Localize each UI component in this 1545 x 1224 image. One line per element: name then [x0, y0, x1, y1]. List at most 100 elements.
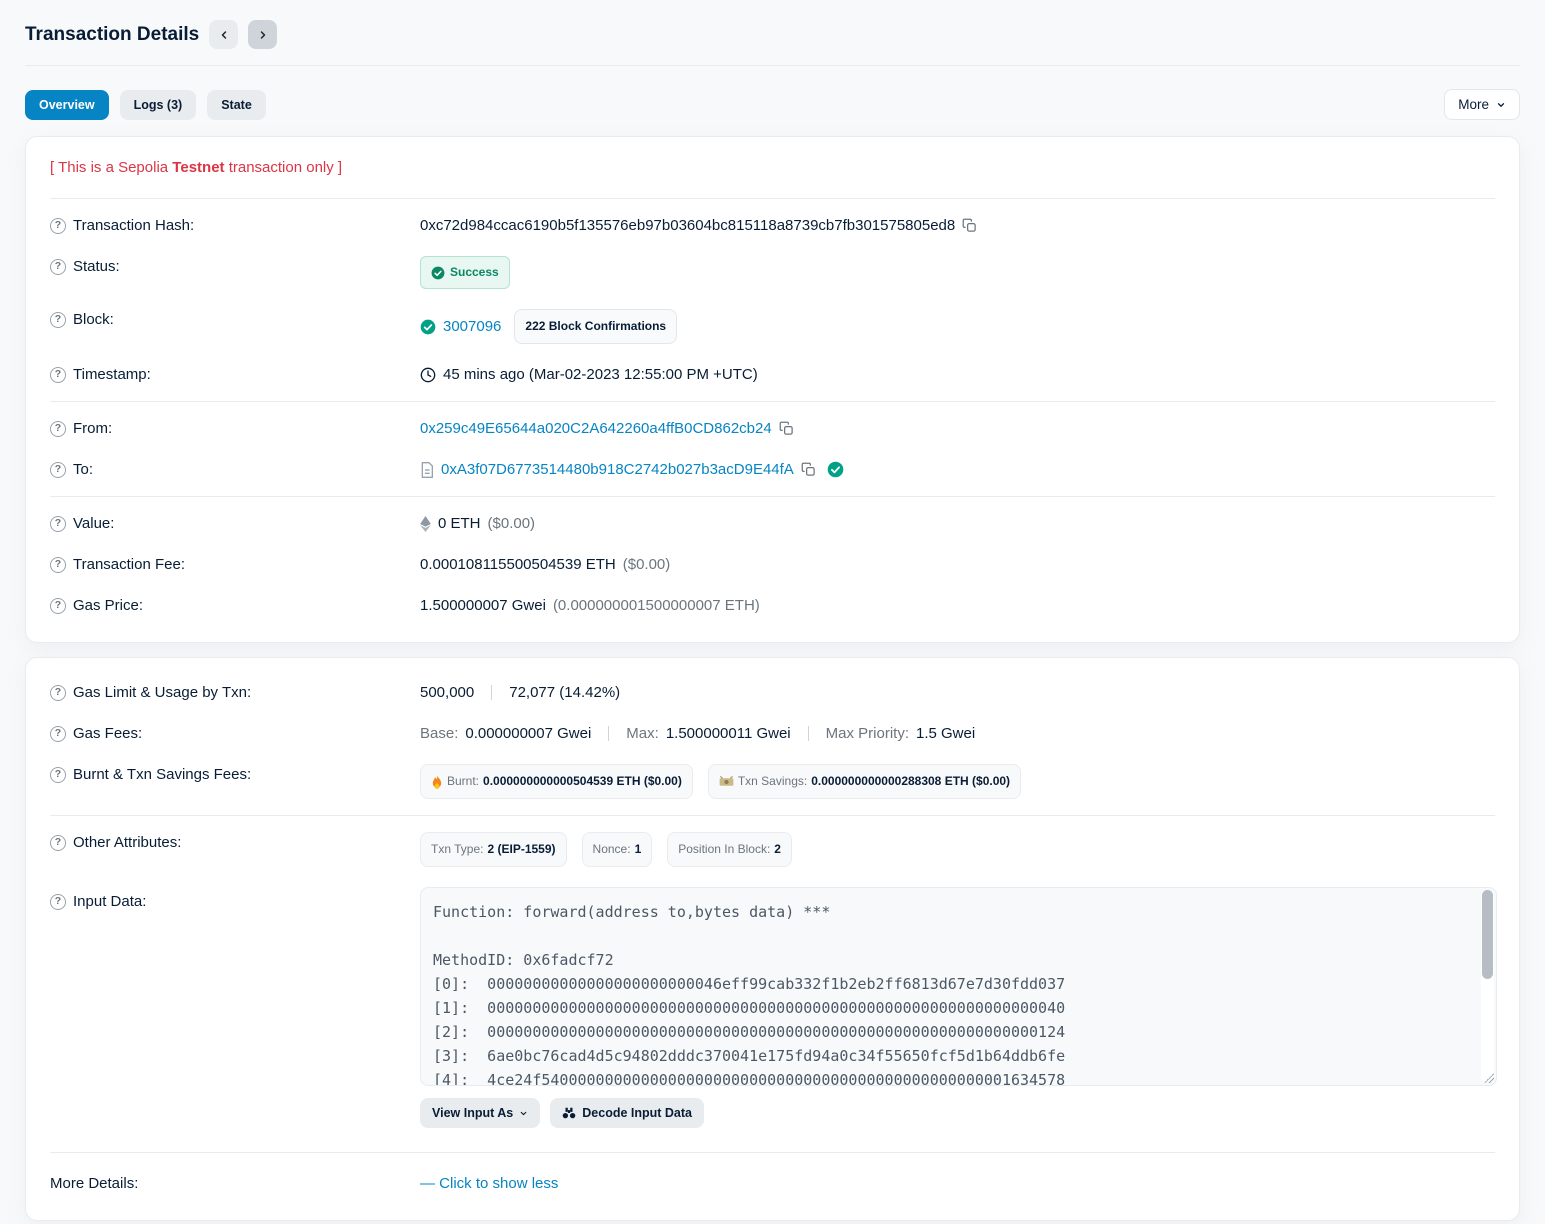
help-icon[interactable] [50, 259, 66, 275]
notice-bold: Testnet [172, 159, 224, 176]
help-icon[interactable] [50, 726, 66, 742]
divider [50, 815, 1495, 816]
block-row: Block: 3007096 222 Block Confirmations [50, 299, 1495, 354]
clock-icon [420, 367, 436, 383]
input-data-actions: View Input As Decode Input Data [420, 1098, 1497, 1128]
eth-icon [420, 516, 431, 532]
page-header: Transaction Details [25, 0, 1520, 65]
timestamp-row: Timestamp: 45 mins ago (Mar-02-2023 12:5… [50, 354, 1495, 395]
txn-type-badge: Txn Type: 2 (EIP-1559) [420, 832, 567, 867]
tab-bar: Overview Logs (3) State More [25, 66, 1520, 136]
nonce-badge: Nonce: 1 [582, 832, 653, 867]
max-priority-value: 1.5 Gwei [916, 723, 975, 744]
value-label: Value: [50, 513, 420, 534]
value-amount: 0 ETH [438, 513, 481, 534]
status-label: Status: [50, 256, 420, 277]
binoculars-icon [562, 1106, 576, 1120]
value-row: Value: 0 ETH ($0.00) [50, 503, 1495, 544]
input-data-row: Input Data: Function: forward(address to… [50, 877, 1495, 1138]
testnet-notice: [ This is a Sepolia Testnet transaction … [50, 145, 1495, 192]
resize-handle[interactable] [1484, 1073, 1494, 1083]
status-row: Status: Success [50, 246, 1495, 299]
transaction-overview-card: [ This is a Sepolia Testnet transaction … [25, 136, 1520, 643]
copy-icon[interactable] [801, 462, 816, 477]
next-transaction-button[interactable] [248, 20, 277, 49]
chevron-down-icon [1496, 100, 1506, 110]
max-fee-label: Max: [626, 723, 659, 744]
from-address-link[interactable]: 0x259c49E65644a020C2A642260a4ffB0CD862cb… [420, 418, 772, 439]
tab-state[interactable]: State [207, 90, 266, 120]
help-icon[interactable] [50, 462, 66, 478]
transaction-details-card: Gas Limit & Usage by Txn: 500,000 72,077… [25, 657, 1520, 1221]
show-less-link[interactable]: — Click to show less [420, 1173, 558, 1194]
gas-price-eth: (0.000000001500000007 ETH) [553, 595, 760, 616]
txn-savings-value: 0.000000000000288308 ETH ($0.00) [811, 771, 1010, 792]
separator [608, 726, 609, 741]
notice-suffix: transaction only ] [225, 159, 343, 176]
gas-limit-row: Gas Limit & Usage by Txn: 500,000 72,077… [50, 672, 1495, 713]
tab-logs[interactable]: Logs (3) [120, 90, 197, 120]
copy-icon[interactable] [779, 421, 794, 436]
help-icon[interactable] [50, 894, 66, 910]
help-icon[interactable] [50, 367, 66, 383]
txn-savings-label: Txn Savings: [738, 771, 807, 792]
value-usd: ($0.00) [488, 513, 536, 534]
help-icon[interactable] [50, 767, 66, 783]
from-row: From: 0x259c49E65644a020C2A642260a4ffB0C… [50, 408, 1495, 449]
block-confirmations-badge: 222 Block Confirmations [514, 309, 677, 344]
burnt-value: 0.000000000000504539 ETH ($0.00) [483, 771, 682, 792]
help-icon[interactable] [50, 598, 66, 614]
gas-fees-label: Gas Fees: [50, 723, 420, 744]
more-dropdown-button[interactable]: More [1444, 89, 1520, 120]
verified-contract-icon [827, 461, 844, 478]
timestamp-label: Timestamp: [50, 364, 420, 385]
burnt-savings-row: Burnt & Txn Savings Fees: Burnt: 0.00000… [50, 754, 1495, 809]
gas-used-value: 72,077 (14.42%) [509, 682, 620, 703]
max-fee-value: 1.500000011 Gwei [666, 723, 791, 744]
input-data-scrollbar[interactable] [1481, 890, 1494, 1083]
help-icon[interactable] [50, 557, 66, 573]
timestamp-value: 45 mins ago (Mar-02-2023 12:55:00 PM +UT… [443, 364, 758, 385]
input-data-content: Function: forward(address to,bytes data)… [433, 900, 1470, 1086]
copy-icon[interactable] [962, 218, 977, 233]
input-data-label: Input Data: [50, 887, 420, 912]
burnt-label: Burnt: [447, 771, 479, 792]
gas-price-row: Gas Price: 1.500000007 Gwei (0.000000001… [50, 585, 1495, 626]
help-icon[interactable] [50, 218, 66, 234]
chevron-left-icon [218, 29, 230, 41]
help-icon[interactable] [50, 312, 66, 328]
to-label: To: [50, 459, 420, 480]
divider [50, 496, 1495, 497]
contract-icon [420, 462, 434, 478]
burnt-savings-label: Burnt & Txn Savings Fees: [50, 764, 420, 785]
gas-price-label: Gas Price: [50, 595, 420, 616]
other-attributes-row: Other Attributes: Txn Type: 2 (EIP-1559)… [50, 822, 1495, 877]
tab-overview[interactable]: Overview [25, 90, 109, 120]
help-icon[interactable] [50, 421, 66, 437]
gas-price-amount: 1.500000007 Gwei [420, 595, 546, 616]
to-address-link[interactable]: 0xA3f07D6773514480b918C2742b027b3acD9E44… [441, 459, 794, 480]
transaction-fee-row: Transaction Fee: 0.000108115500504539 ET… [50, 544, 1495, 585]
input-data-textarea[interactable]: Function: forward(address to,bytes data)… [420, 887, 1497, 1086]
check-circle-icon [431, 266, 445, 280]
position-in-block-badge: Position In Block: 2 [667, 832, 792, 867]
block-label: Block: [50, 309, 420, 330]
help-icon[interactable] [50, 516, 66, 532]
help-icon[interactable] [50, 685, 66, 701]
more-details-label: More Details: [50, 1173, 420, 1194]
decode-input-data-button[interactable]: Decode Input Data [550, 1098, 704, 1128]
separator [808, 726, 809, 741]
other-attributes-label: Other Attributes: [50, 832, 420, 853]
base-fee-label: Base: [420, 723, 458, 744]
help-icon[interactable] [50, 835, 66, 851]
scrollbar-thumb[interactable] [1482, 890, 1493, 979]
divider [50, 401, 1495, 402]
burnt-badge: Burnt: 0.000000000000504539 ETH ($0.00) [420, 764, 693, 799]
separator [491, 685, 492, 700]
view-input-as-button[interactable]: View Input As [420, 1098, 540, 1128]
previous-transaction-button[interactable] [209, 20, 238, 49]
page-title: Transaction Details [25, 24, 199, 46]
chevron-down-icon [519, 1109, 528, 1118]
to-row: To: 0xA3f07D6773514480b918C2742b027b3acD… [50, 449, 1495, 490]
block-number-link[interactable]: 3007096 [443, 316, 501, 337]
